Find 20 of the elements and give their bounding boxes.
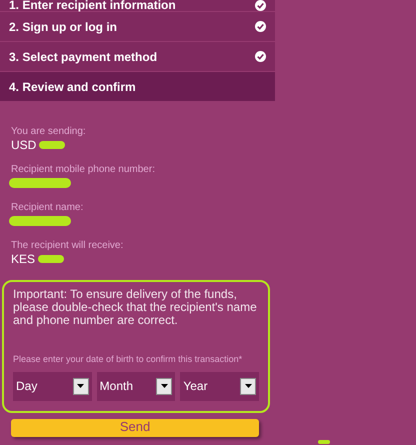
notice-text: Important: To ensure delivery of the funds, please double-check that the recipient's name and phone number are correct. (13, 288, 258, 327)
field-value: KES (11, 252, 36, 266)
step-row[interactable]: 4. Review and confirm (0, 72, 275, 102)
field-label: Recipient name: (11, 202, 84, 214)
redaction-mark (318, 440, 330, 444)
step-row[interactable]: 2. Sign up or log in (0, 12, 275, 42)
field-label: Recipient mobile phone number: (11, 164, 156, 176)
date-select[interactable]: Year (180, 372, 260, 400)
dob-prompt: Please enter your date of birth to confirm this transaction* (13, 353, 244, 366)
date-select[interactable]: Month (96, 372, 176, 400)
check-icon (255, 21, 266, 32)
step-row[interactable]: 1. Enter recipient information (0, 0, 275, 12)
step-row[interactable]: 3. Select payment method (0, 42, 275, 72)
date-select[interactable]: Day (13, 372, 92, 400)
send-button[interactable]: Send (11, 418, 259, 436)
check-icon (255, 0, 266, 11)
field-label: The recipient will receive: (11, 240, 124, 252)
check-icon (255, 51, 266, 62)
field-label: You are sending: (11, 126, 87, 138)
field-value: USD (11, 138, 36, 152)
